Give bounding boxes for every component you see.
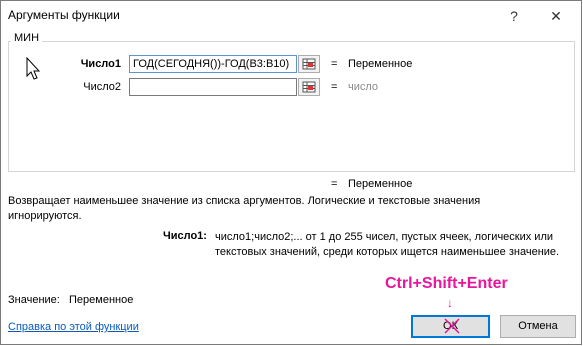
function-arguments-dialog: Аргументы функции ? ✕ МИН Число1 ГОД(СЕГ… — [0, 0, 582, 345]
close-button[interactable]: ✕ — [541, 5, 571, 27]
help-button[interactable]: ? — [501, 5, 527, 27]
value-result: Переменное — [69, 294, 134, 306]
arg-detail-text: число1;число2;... от 1 до 255 чисел, пус… — [215, 231, 560, 258]
cancel-button[interactable]: Отмена — [500, 315, 576, 338]
range-select-icon — [302, 81, 316, 93]
title-bar: Аргументы функции ? ✕ — [1, 1, 583, 31]
function-description: Возвращает наименьшее значение из списка… — [8, 195, 481, 222]
arg1-label: Число1 — [80, 58, 121, 70]
arg2-result: число — [348, 81, 379, 93]
arg1-equals: = — [331, 58, 338, 70]
help-link[interactable]: Справка по этой функции — [8, 321, 139, 333]
range-select-icon — [302, 58, 316, 70]
arg2-equals: = — [331, 81, 338, 93]
cross-mark-icon — [444, 318, 460, 334]
formula-value: Значение: Переменное — [8, 294, 133, 306]
overall-result: Переменное — [348, 178, 413, 190]
dialog-title: Аргументы функции — [8, 8, 120, 22]
overall-equals: = — [331, 178, 338, 190]
shortcut-annotation: Ctrl+Shift+Enter — [385, 275, 508, 292]
arg1-collapse-button[interactable] — [298, 55, 320, 73]
arg1-result: Переменное — [348, 58, 413, 70]
arg-detail-label: Число1: — [163, 230, 207, 242]
arg2-label: Число2 — [83, 81, 121, 93]
arrow-down-icon: ↓ — [447, 296, 453, 310]
value-label: Значение: — [8, 294, 60, 306]
arg2-input[interactable] — [129, 78, 297, 96]
mouse-pointer-icon — [26, 57, 41, 80]
arg1-input[interactable]: ГОД(СЕГОДНЯ())-ГОД(B3:B10) — [129, 55, 297, 73]
arg2-collapse-button[interactable] — [298, 78, 320, 96]
function-name: МИН — [11, 32, 43, 44]
